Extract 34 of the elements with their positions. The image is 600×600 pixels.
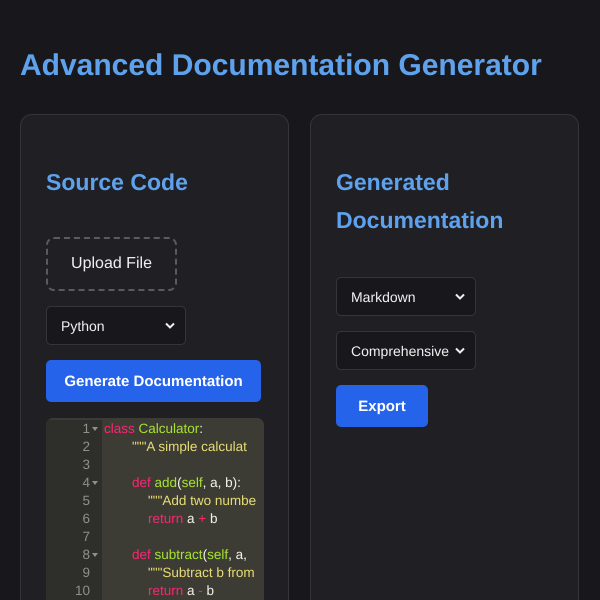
line-number: 8 [82, 546, 90, 564]
generate-button[interactable]: Generate Documentation [46, 360, 261, 402]
code-line: class Calculator: [103, 420, 204, 438]
code-line: def subtract(self, a, [131, 546, 247, 564]
fold-arrow-icon[interactable] [92, 553, 98, 557]
export-button[interactable]: Export [336, 385, 428, 427]
line-number: 4 [82, 474, 90, 492]
language-select[interactable]: Python [46, 306, 186, 345]
line-number: 1 [82, 420, 90, 438]
detail-select[interactable]: Comprehensive [336, 331, 476, 370]
line-number: 2 [82, 438, 90, 456]
line-number: 9 [82, 564, 90, 582]
fold-arrow-icon[interactable] [92, 481, 98, 485]
code-line: return a - b [147, 582, 214, 600]
chevron-down-icon [165, 322, 175, 329]
code-line: def add(self, a, b): [131, 474, 241, 492]
line-number: 3 [82, 456, 90, 474]
chevron-down-icon [455, 347, 465, 354]
fold-arrow-icon[interactable] [92, 427, 98, 431]
upload-button[interactable]: Upload File [46, 237, 177, 291]
panel-heading: Source Code [46, 168, 188, 197]
line-number: 6 [82, 510, 90, 528]
code-editor[interactable]: 1 class Calculator: 2 """A simple calculat 3 4 def add(self, a, b): 5 """Add two numbe 6 return a + b 7 8 def subtract(self, a, 9 """Subtract b from 10 return a - b [46, 418, 264, 600]
code-line: """Add two numbe [147, 492, 256, 510]
format-select[interactable]: Markdown [336, 277, 476, 316]
chevron-down-icon [455, 293, 465, 300]
code-line: """Subtract b from [147, 564, 255, 582]
code-line: """A simple calculat [131, 438, 247, 456]
page-title: Advanced Documentation Generator [20, 48, 543, 84]
line-number: 10 [74, 582, 90, 600]
panel-heading: Generated Documentation [336, 168, 504, 235]
code-line: return a + b [147, 510, 218, 528]
line-number: 5 [82, 492, 90, 510]
line-number: 7 [82, 528, 90, 546]
